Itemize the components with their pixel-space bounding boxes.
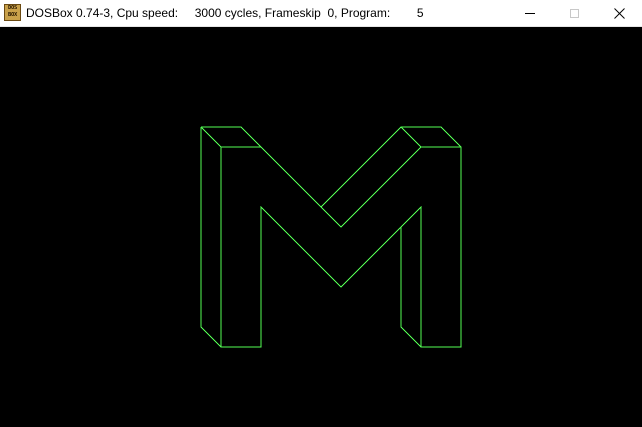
dos-screen[interactable] xyxy=(0,27,642,427)
wireframe-letter-m xyxy=(200,126,462,348)
m-inner-diagonal-link xyxy=(320,206,342,228)
m-top-right-depth xyxy=(401,126,462,148)
title-bar[interactable]: DOS BOX DOSBox 0.74-3, Cpu speed: 3000 c… xyxy=(0,0,642,27)
icon-line-1: DOS xyxy=(7,5,18,11)
minimize-icon xyxy=(524,13,535,14)
m-inner-right-top xyxy=(400,206,422,228)
m-inner-diagonal-back xyxy=(320,126,402,208)
maximize-icon xyxy=(570,9,579,18)
m-top-left-depth xyxy=(201,126,262,148)
m-inner-right-bottom xyxy=(400,326,422,348)
close-button[interactable] xyxy=(597,0,642,27)
m-front-face xyxy=(220,146,462,348)
close-icon xyxy=(614,8,625,19)
dosbox-window: DOS BOX DOSBox 0.74-3, Cpu speed: 3000 c… xyxy=(0,0,642,427)
icon-line-2: BOX xyxy=(7,12,18,18)
dosbox-icon[interactable]: DOS BOX xyxy=(4,4,21,21)
minimize-button[interactable] xyxy=(507,0,552,27)
m-left-bottom-depth xyxy=(200,326,222,348)
m-top-left-left-edge xyxy=(200,126,222,148)
m-top-right-left-edge xyxy=(400,126,422,148)
maximize-button[interactable] xyxy=(552,0,597,27)
window-title: DOSBox 0.74-3, Cpu speed: 3000 cycles, F… xyxy=(26,6,424,20)
